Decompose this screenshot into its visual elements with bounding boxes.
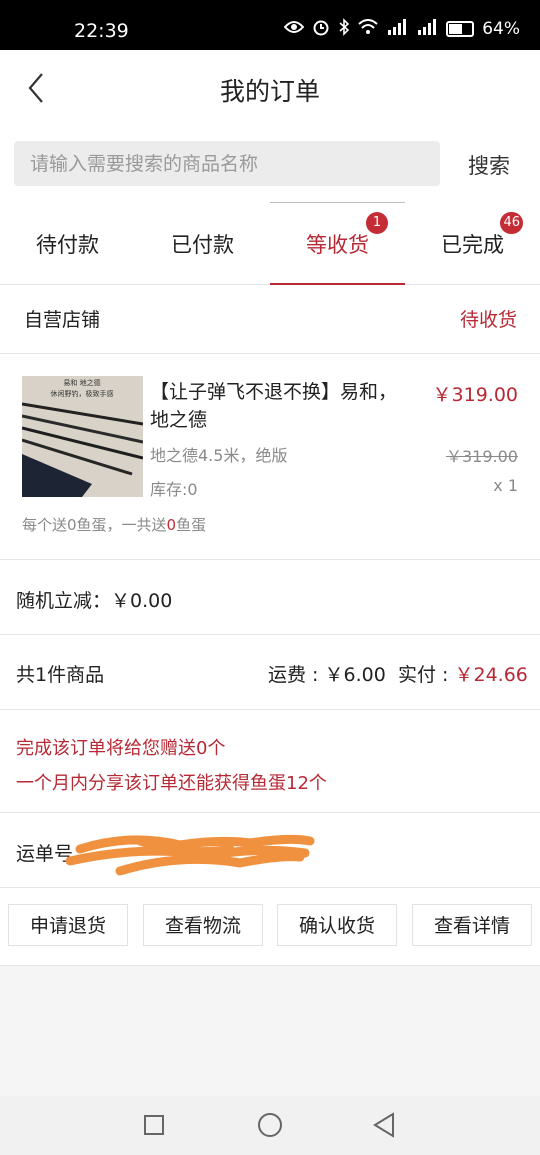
paid-total: 实付 : ￥24.66 bbox=[398, 664, 528, 686]
alarm-icon bbox=[312, 18, 330, 40]
discount-row: 随机立减：￥0.00 bbox=[0, 560, 540, 635]
order-status: 待收货 bbox=[459, 309, 517, 331]
search-bar: 搜索 bbox=[0, 126, 540, 203]
redaction-scribble bbox=[65, 834, 315, 876]
signal-icon-2 bbox=[416, 18, 438, 40]
tab-pending-payment[interactable]: 待付款 bbox=[0, 202, 135, 284]
promo-info: 完成该订单将给您赠送0个 一个月内分享该订单还能获得鱼蛋12个 bbox=[0, 710, 540, 813]
recent-apps-icon[interactable] bbox=[144, 1115, 164, 1135]
search-input[interactable] bbox=[14, 141, 440, 186]
shop-name: 自营店铺 bbox=[24, 309, 101, 331]
tab-label: 等收货 bbox=[306, 233, 369, 257]
product-quantity: x 1 bbox=[493, 476, 518, 495]
product-spec: 地之德4.5米，绝版 bbox=[150, 446, 288, 465]
random-discount: 随机立减：￥0.00 bbox=[16, 590, 173, 612]
signal-icon bbox=[386, 18, 408, 40]
back-icon[interactable] bbox=[372, 1112, 396, 1142]
product-title: 【让子弹飞不退不换】易和，地之德 bbox=[150, 381, 398, 431]
original-price: ￥319.00 bbox=[446, 447, 518, 466]
tab-awaiting-receipt[interactable]: 等收货 1 bbox=[270, 202, 405, 285]
thumb-caption: 休闲野钓，极致手感 bbox=[51, 389, 114, 398]
promo-line: 完成该订单将给您赠送0个 bbox=[16, 738, 226, 759]
product-item[interactable]: 易和 地之德 休闲野钓，极致手感 【让子弹飞不退不换】易和，地之德 地之德4.5… bbox=[0, 354, 540, 560]
tab-label: 待付款 bbox=[36, 233, 99, 257]
product-thumbnail: 易和 地之德 休闲野钓，极致手感 bbox=[22, 376, 143, 497]
home-icon[interactable] bbox=[258, 1113, 282, 1137]
tab-completed[interactable]: 已完成 46 bbox=[405, 202, 540, 284]
system-nav-bar bbox=[0, 1096, 540, 1155]
egg-reward: 每个送0鱼蛋，一共送0鱼蛋 bbox=[22, 516, 207, 534]
shop-row: 自营店铺 待收货 bbox=[0, 285, 540, 354]
clock: 22:39 bbox=[74, 20, 129, 42]
battery-percent: 64% bbox=[482, 19, 520, 39]
battery-icon bbox=[446, 21, 475, 37]
order-summary: 共1件商品 运费 : ￥6.00 实付 : ￥24.66 bbox=[0, 635, 540, 710]
request-return-button[interactable]: 申请退货 bbox=[8, 904, 128, 946]
status-icons: 64% bbox=[283, 18, 520, 40]
tab-label: 已付款 bbox=[171, 233, 234, 257]
tab-label: 已完成 bbox=[441, 233, 504, 257]
product-price: ￥319.00 bbox=[432, 384, 518, 406]
search-button[interactable]: 搜索 bbox=[468, 150, 510, 180]
bluetooth-icon bbox=[338, 18, 350, 40]
page-title: 我的订单 bbox=[219, 77, 320, 106]
waybill-row: 运单号 bbox=[0, 813, 540, 888]
product-stock: 库存:0 bbox=[150, 480, 198, 499]
order-tabs: 待付款 已付款 等收货 1 已完成 46 bbox=[0, 202, 540, 285]
action-bar: 申请退货 查看物流 确认收货 查看详情 bbox=[0, 888, 540, 966]
shipping-fee: 运费 : ￥6.00 bbox=[268, 664, 386, 686]
count-badge: 1 bbox=[366, 212, 388, 234]
header: 我的订单 bbox=[0, 50, 540, 127]
wifi-icon bbox=[358, 19, 378, 39]
item-count: 共1件商品 bbox=[16, 664, 105, 686]
tab-paid[interactable]: 已付款 bbox=[135, 202, 270, 284]
order-card: 自营店铺 待收货 易和 地之德 休闲野钓，极致手感 【让子弹飞不退不换】易和，地… bbox=[0, 285, 540, 966]
promo-line: 一个月内分享该订单还能获得鱼蛋12个 bbox=[16, 773, 327, 794]
count-badge: 46 bbox=[500, 212, 523, 234]
confirm-receipt-button[interactable]: 确认收货 bbox=[277, 904, 397, 946]
view-logistics-button[interactable]: 查看物流 bbox=[143, 904, 263, 946]
eye-icon bbox=[283, 20, 305, 38]
thumb-caption: 易和 地之德 bbox=[63, 378, 100, 387]
status-bar: 22:39 64% bbox=[0, 0, 540, 50]
view-details-button[interactable]: 查看详情 bbox=[412, 904, 532, 946]
